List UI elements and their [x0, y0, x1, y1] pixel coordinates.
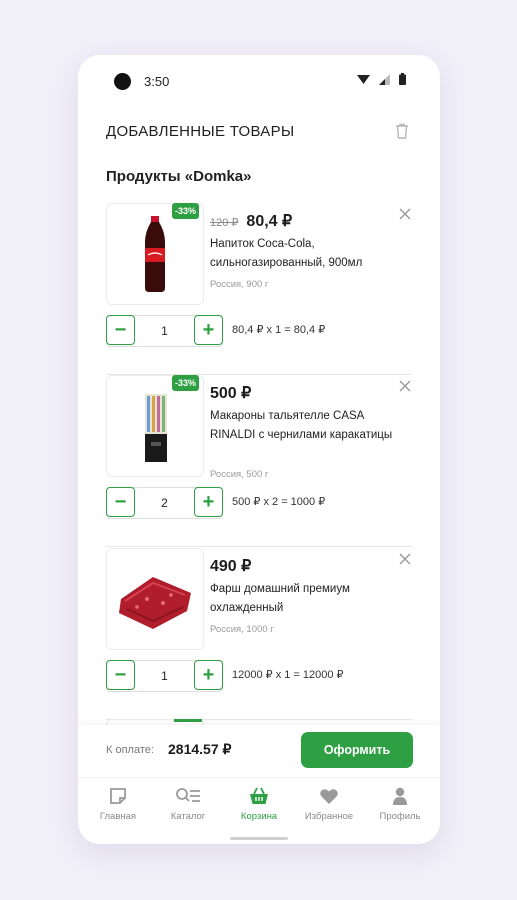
old-price: 120 ₽	[210, 217, 239, 229]
price-row: 490 ₽	[210, 556, 251, 576]
product-origin: Россия, 1000 г	[210, 624, 274, 635]
close-icon[interactable]	[398, 379, 412, 393]
discount-badge: -33%	[172, 375, 200, 391]
discount-badge: -33%	[172, 203, 200, 219]
status-time: 3:50	[144, 74, 170, 89]
profile-icon	[393, 787, 407, 805]
tab-label: Профиль	[379, 811, 421, 822]
home-indicator[interactable]	[230, 837, 288, 840]
cart-header: ДОБАВЛЕННЫЕ ТОВАРЫ	[106, 123, 412, 147]
close-icon[interactable]	[398, 207, 412, 221]
product-origin: Россия, 900 г	[210, 279, 269, 290]
price: 80,4 ₽	[246, 213, 293, 230]
basket-icon	[250, 787, 268, 804]
line-total: 80,4 ₽ x 1 = 80,4 ₽	[232, 324, 326, 336]
next-item-badge-peek	[174, 719, 202, 722]
quantity-value[interactable]: 1	[137, 661, 192, 691]
close-icon[interactable]	[398, 552, 412, 566]
increase-button[interactable]: +	[194, 660, 223, 690]
signal-icon	[379, 73, 390, 85]
price-row: 120 ₽ 80,4 ₽	[210, 211, 292, 231]
increase-button[interactable]: +	[194, 487, 223, 517]
product-name[interactable]: Макароны тальятелле CASA RINALDI с черни…	[210, 407, 400, 445]
phone-screen: 3:50 ДОБАВЛЕННЫЕ ТОВАРЫ Продукты «Domka»…	[78, 55, 440, 844]
cart-item: 490 ₽ Фарш домашний премиум охлажденный …	[106, 548, 412, 720]
pay-total: 2814.57 ₽	[168, 741, 232, 757]
quantity-value[interactable]: 2	[137, 488, 192, 518]
tab-home[interactable]: Главная	[83, 786, 153, 822]
quantity-stepper: − 1 +	[106, 315, 223, 347]
cart-item: -33% 500 ₽ Макароны тальятелле CASA RINA…	[106, 375, 412, 547]
divider	[106, 546, 412, 547]
camera-dot	[114, 73, 131, 90]
tab-catalog[interactable]: Каталог	[153, 786, 223, 822]
status-bar: 3:50	[78, 55, 440, 107]
trash-icon[interactable]	[392, 121, 412, 141]
wifi-icon	[357, 74, 370, 84]
decrease-button[interactable]: −	[106, 487, 135, 517]
increase-button[interactable]: +	[194, 315, 223, 345]
checkout-button[interactable]: Оформить	[301, 732, 413, 768]
quantity-value[interactable]: 1	[137, 316, 192, 346]
product-name[interactable]: Напиток Coca-Cola, сильногазированный, 9…	[210, 235, 400, 273]
catalog-icon	[176, 788, 200, 802]
heart-icon	[320, 789, 338, 804]
battery-icon	[399, 73, 406, 85]
line-total: 12000 ₽ x 1 = 12000 ₽	[232, 669, 344, 681]
store-title: Продукты «Domka»	[106, 168, 252, 185]
decrease-button[interactable]: −	[106, 660, 135, 690]
home-icon	[110, 788, 126, 804]
product-image-mince[interactable]	[106, 548, 204, 650]
tab-cart[interactable]: Корзина	[224, 786, 294, 822]
page-title: ДОБАВЛЕННЫЕ ТОВАРЫ	[106, 123, 295, 140]
product-name[interactable]: Фарш домашний премиум охлажденный	[210, 580, 400, 618]
tab-favorites[interactable]: Избранное	[294, 786, 364, 822]
tab-label: Корзина	[240, 811, 278, 822]
tab-label: Каталог	[170, 811, 206, 822]
product-origin: Россия, 500 г	[210, 469, 269, 480]
tab-label: Главная	[99, 811, 137, 822]
tab-label: Избранное	[304, 811, 354, 822]
price: 490 ₽	[210, 558, 252, 575]
price: 500 ₽	[210, 385, 252, 402]
decrease-button[interactable]: −	[106, 315, 135, 345]
system-icons	[357, 73, 406, 85]
price-row: 500 ₽	[210, 383, 251, 403]
bottom-tab-bar: Главная Каталог Корзина Избранное Профил…	[78, 777, 440, 844]
line-total: 500 ₽ x 2 = 1000 ₽	[232, 496, 326, 508]
quantity-stepper: − 2 +	[106, 487, 223, 519]
cart-item: -33% 120 ₽ 80,4 ₽ Напиток Coca-Cola, сил…	[106, 203, 412, 375]
pay-label: К оплате:	[106, 744, 154, 756]
checkout-bar: К оплате: 2814.57 ₽ Оформить	[78, 725, 440, 777]
tab-profile[interactable]: Профиль	[365, 786, 435, 822]
quantity-stepper: − 1 +	[106, 660, 223, 692]
